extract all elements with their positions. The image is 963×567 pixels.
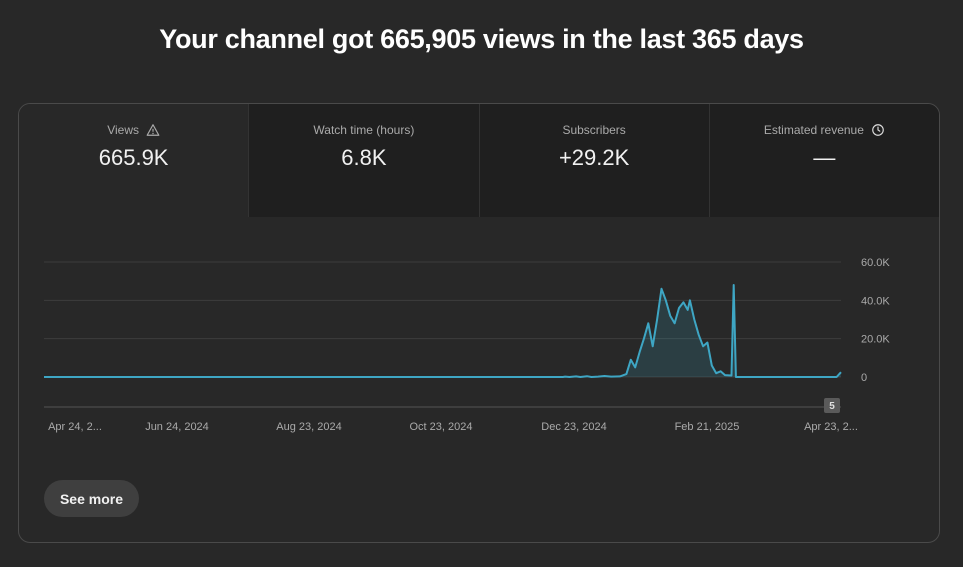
- tab-views[interactable]: Views 665.9K: [19, 104, 249, 217]
- tab-value: +29.2K: [558, 145, 630, 170]
- page-headline: Your channel got 665,905 views in the la…: [159, 24, 804, 54]
- x-tick-label: Apr 24, 2...: [48, 421, 102, 433]
- views-chart: 60.0K 40.0K 20.0K 0 Apr 24, 2... Jun 24, 2024…: [44, 257, 890, 433]
- clock-icon: [872, 124, 884, 136]
- tab-label: Estimated revenue: [763, 123, 864, 137]
- see-more-button[interactable]: See more: [44, 480, 139, 517]
- metric-tabs: Views 665.9K Watch time (hours) 6.8K Sub…: [19, 104, 939, 217]
- annotation-badge-label: 5: [829, 401, 835, 412]
- x-tick-label: Oct 23, 2024: [410, 421, 473, 433]
- tab-label: Watch time (hours): [313, 123, 415, 137]
- warning-icon: [146, 124, 160, 136]
- tab-label: Views: [107, 123, 140, 137]
- analytics-card: Views 665.9K Watch time (hours) 6.8K Sub…: [18, 103, 940, 543]
- tab-label: Subscribers: [562, 123, 626, 137]
- y-tick-label: 60.0K: [861, 257, 890, 269]
- tab-value: 6.8K: [341, 145, 387, 170]
- y-tick-label: 20.0K: [861, 334, 890, 346]
- tab-value: —: [813, 145, 836, 170]
- tab-estimated-revenue[interactable]: Estimated revenue —: [708, 104, 939, 217]
- tab-value: 665.9K: [98, 145, 169, 170]
- x-tick-label: Jun 24, 2024: [145, 421, 209, 433]
- series-line: [44, 284, 842, 378]
- tab-subscribers[interactable]: Subscribers +29.2K: [478, 104, 709, 217]
- x-tick-label: Apr 23, 2...: [804, 421, 858, 433]
- x-tick-label: Aug 23, 2024: [276, 421, 341, 433]
- series-area: [44, 285, 841, 377]
- x-tick-label: Feb 21, 2025: [675, 421, 740, 433]
- y-tick-label: 0: [861, 372, 867, 384]
- tab-watch-time[interactable]: Watch time (hours) 6.8K: [248, 104, 479, 217]
- x-tick-label: Dec 23, 2024: [541, 421, 606, 433]
- y-tick-label: 40.0K: [861, 295, 890, 307]
